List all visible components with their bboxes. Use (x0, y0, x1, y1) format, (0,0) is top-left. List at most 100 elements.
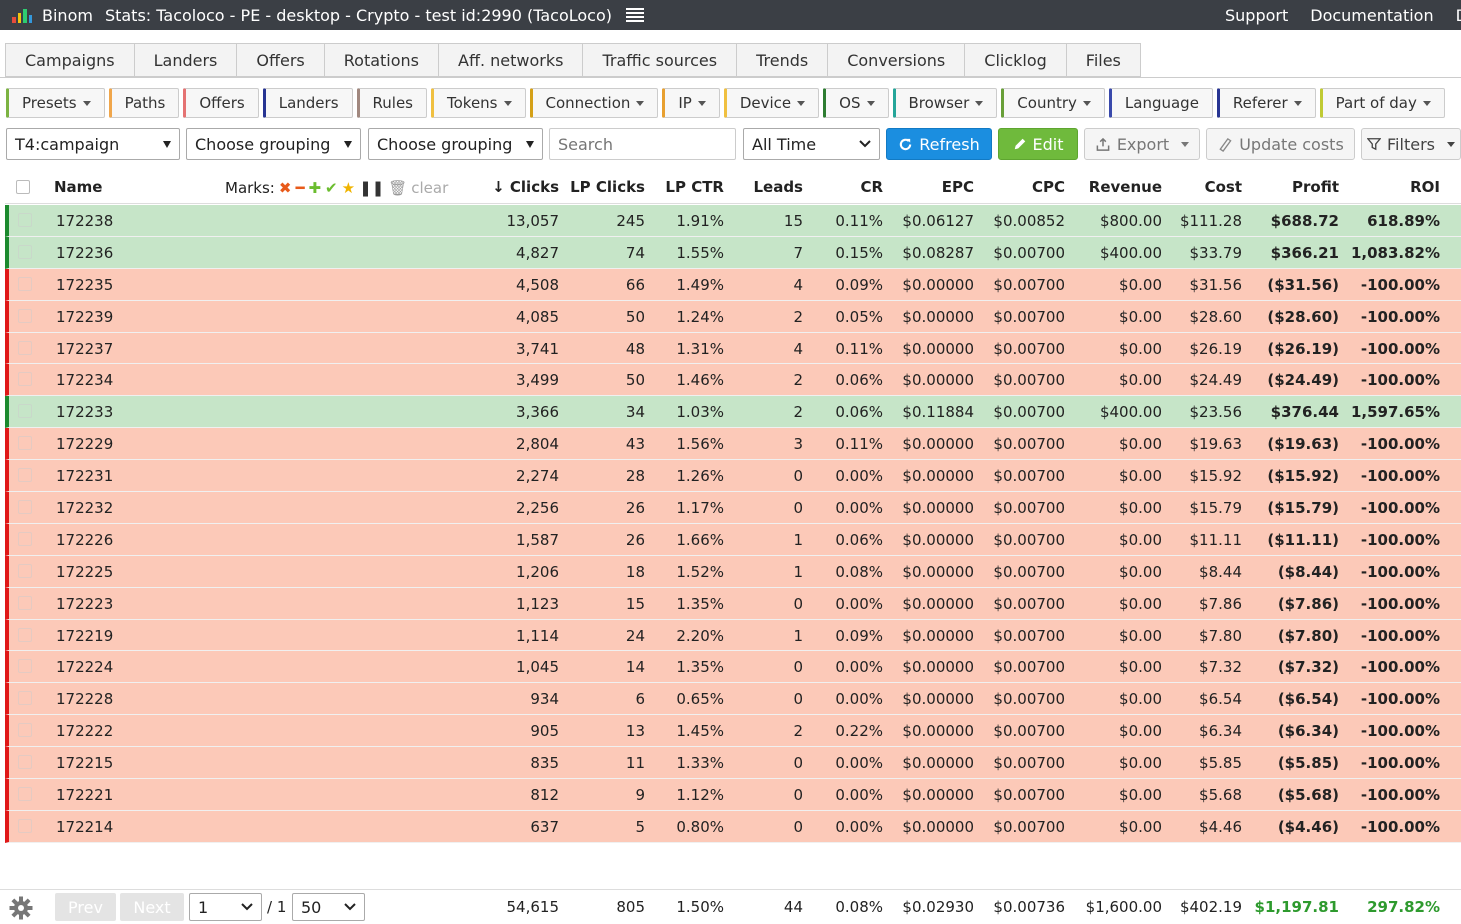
col-lp-clicks[interactable]: LP Clicks (570, 178, 645, 196)
table-row[interactable]: 172236 4,827 74 1.55% 7 0.15% $0.08287 $0.00700… (5, 236, 1461, 269)
group-landers-button[interactable]: Landers (262, 88, 353, 118)
tab-aff-networks[interactable]: Aff. networks (438, 43, 583, 77)
table-row[interactable]: 172221 812 9 1.12% 0 0.00% $0.00000 $0.00700 $0.… (5, 779, 1461, 811)
row-name[interactable]: 172235 (56, 276, 113, 294)
period-select[interactable]: All Time (743, 128, 880, 160)
support-link[interactable]: Support (1225, 6, 1288, 25)
tab-offers[interactable]: Offers (236, 43, 324, 77)
table-row[interactable]: 172232 2,256 26 1.17% 0 0.00% $0.00000 $0.00700… (5, 492, 1461, 524)
binom-logo-icon[interactable] (12, 7, 32, 23)
row-name[interactable]: 172239 (56, 308, 113, 326)
row-name[interactable]: 172214 (56, 818, 113, 836)
row-checkbox[interactable] (18, 691, 32, 706)
mark-x-icon[interactable]: ✖ (279, 179, 292, 197)
table-row[interactable]: 172238 13,057 245 1.91% 15 0.11% $0.06127 $0.00… (5, 205, 1461, 237)
row-checkbox[interactable] (18, 308, 32, 323)
row-checkbox[interactable] (18, 244, 32, 259)
row-name[interactable]: 172232 (56, 499, 113, 517)
group-browser-button[interactable]: Browser (892, 88, 998, 118)
col-leads[interactable]: Leads (753, 178, 803, 196)
select-all-checkbox[interactable] (16, 180, 30, 194)
prev-page-button[interactable]: Prev (55, 893, 116, 921)
row-name[interactable]: 172231 (56, 467, 113, 485)
table-row[interactable]: 172215 835 11 1.33% 0 0.00% $0.00000 $0.00700 $0… (5, 747, 1461, 780)
row-name[interactable]: 172221 (56, 786, 113, 804)
row-name[interactable]: 172223 (56, 595, 113, 613)
row-checkbox[interactable] (18, 372, 32, 387)
row-name[interactable]: 172226 (56, 531, 113, 549)
col-lp-ctr[interactable]: LP CTR (665, 178, 724, 196)
grouping-select-2[interactable]: Choose grouping (186, 128, 361, 160)
group-country-button[interactable]: Country (1001, 88, 1105, 118)
row-name[interactable]: 172238 (56, 212, 113, 230)
table-row[interactable]: 172233 3,366 34 1.03% 2 0.06% $0.11884 $0.00700… (5, 396, 1461, 429)
table-row[interactable]: 172234 3,499 50 1.46% 2 0.06% $0.00000 $0.00700… (5, 364, 1461, 397)
table-row[interactable]: 172224 1,045 14 1.35% 0 0.00% $0.00000 $0.00700… (5, 651, 1461, 684)
page-select[interactable]: 1 (189, 893, 262, 921)
grouping-select-1[interactable]: T4:campaign (6, 128, 180, 160)
tab-landers[interactable]: Landers (133, 43, 237, 77)
row-checkbox[interactable] (18, 500, 32, 515)
mark-plus-icon[interactable]: ✚ (308, 179, 321, 197)
row-name[interactable]: 172228 (56, 690, 113, 708)
col-roi[interactable]: ROI (1410, 178, 1440, 196)
mark-check-icon[interactable]: ✔ (325, 179, 338, 197)
col-name[interactable]: Name (54, 178, 102, 196)
edit-button[interactable]: Edit (998, 128, 1078, 160)
row-name[interactable]: 172225 (56, 563, 113, 581)
table-row[interactable]: 172223 1,123 15 1.35% 0 0.00% $0.00000 $0.00700… (5, 587, 1461, 620)
mark-pause-icon[interactable]: ❚❚ (359, 179, 384, 197)
row-checkbox[interactable] (18, 563, 32, 578)
row-checkbox[interactable] (18, 755, 32, 770)
row-name[interactable]: 172222 (56, 722, 113, 740)
col-cr[interactable]: CR (860, 178, 883, 196)
next-page-button[interactable]: Next (120, 893, 184, 921)
row-name[interactable]: 172234 (56, 371, 113, 389)
col-profit[interactable]: Profit (1292, 178, 1339, 196)
tab-conversions[interactable]: Conversions (827, 43, 965, 77)
per-page-select[interactable]: 50 (292, 893, 365, 921)
mark-star-icon[interactable]: ★ (342, 179, 355, 197)
row-name[interactable]: 172215 (56, 754, 113, 772)
row-name[interactable]: 172219 (56, 627, 113, 645)
export-button[interactable]: Export (1084, 128, 1200, 160)
update-costs-button[interactable]: Update costs (1206, 128, 1355, 160)
row-checkbox[interactable] (18, 468, 32, 483)
row-checkbox[interactable] (18, 340, 32, 355)
table-row[interactable]: 172214 637 5 0.80% 0 0.00% $0.00000 $0.00700 $0.… (5, 810, 1461, 843)
group-paths-button[interactable]: Paths (108, 88, 180, 118)
table-row[interactable]: 172228 934 6 0.65% 0 0.00% $0.00000 $0.00700 $0.… (5, 683, 1461, 716)
row-checkbox[interactable] (18, 627, 32, 642)
tab-campaigns[interactable]: Campaigns (5, 43, 134, 77)
tab-trends[interactable]: Trends (736, 43, 828, 77)
tab-traffic-sources[interactable]: Traffic sources (582, 43, 737, 77)
clear-marks-link[interactable]: clear (411, 179, 448, 197)
row-checkbox[interactable] (18, 276, 32, 291)
tab-files[interactable]: Files (1065, 43, 1141, 77)
col-epc[interactable]: EPC (942, 178, 974, 196)
table-row[interactable]: 172235 4,508 66 1.49% 4 0.09% $0.00000 $0.00700… (5, 268, 1461, 301)
row-checkbox[interactable] (18, 595, 32, 610)
table-row[interactable]: 172231 2,274 28 1.26% 0 0.00% $0.00000 $0.00700… (5, 460, 1461, 493)
group-part-of-day-button[interactable]: Part of day (1319, 88, 1445, 118)
table-row[interactable]: 172239 4,085 50 1.24% 2 0.05% $0.00000 $0.00700… (5, 300, 1461, 333)
row-name[interactable]: 172237 (56, 340, 113, 358)
table-row[interactable]: 172237 3,741 48 1.31% 4 0.11% $0.00000 $0.00700… (5, 332, 1461, 365)
row-name[interactable]: 172229 (56, 435, 113, 453)
brand-name[interactable]: Binom (42, 6, 93, 25)
menu-icon[interactable] (626, 8, 645, 22)
table-row[interactable]: 172229 2,804 43 1.56% 3 0.11% $0.00000 $0.00700… (5, 428, 1461, 461)
group-rules-button[interactable]: Rules (356, 88, 427, 118)
table-row[interactable]: 172219 1,114 24 2.20% 1 0.09% $0.00000 $0.00700… (5, 619, 1461, 652)
group-offers-button[interactable]: Offers (183, 88, 259, 118)
row-checkbox[interactable] (18, 404, 32, 419)
row-name[interactable]: 172224 (56, 658, 113, 676)
table-row[interactable]: 172222 905 13 1.45% 2 0.22% $0.00000 $0.00700 $0… (5, 715, 1461, 748)
search-input[interactable] (549, 128, 736, 160)
truncated-link[interactable]: D (1456, 6, 1461, 25)
group-language-button[interactable]: Language (1108, 88, 1213, 118)
row-checkbox[interactable] (18, 723, 32, 738)
group-tokens-button[interactable]: Tokens (431, 88, 526, 118)
group-presets-button[interactable]: Presets (6, 88, 105, 118)
row-checkbox[interactable] (18, 659, 32, 674)
